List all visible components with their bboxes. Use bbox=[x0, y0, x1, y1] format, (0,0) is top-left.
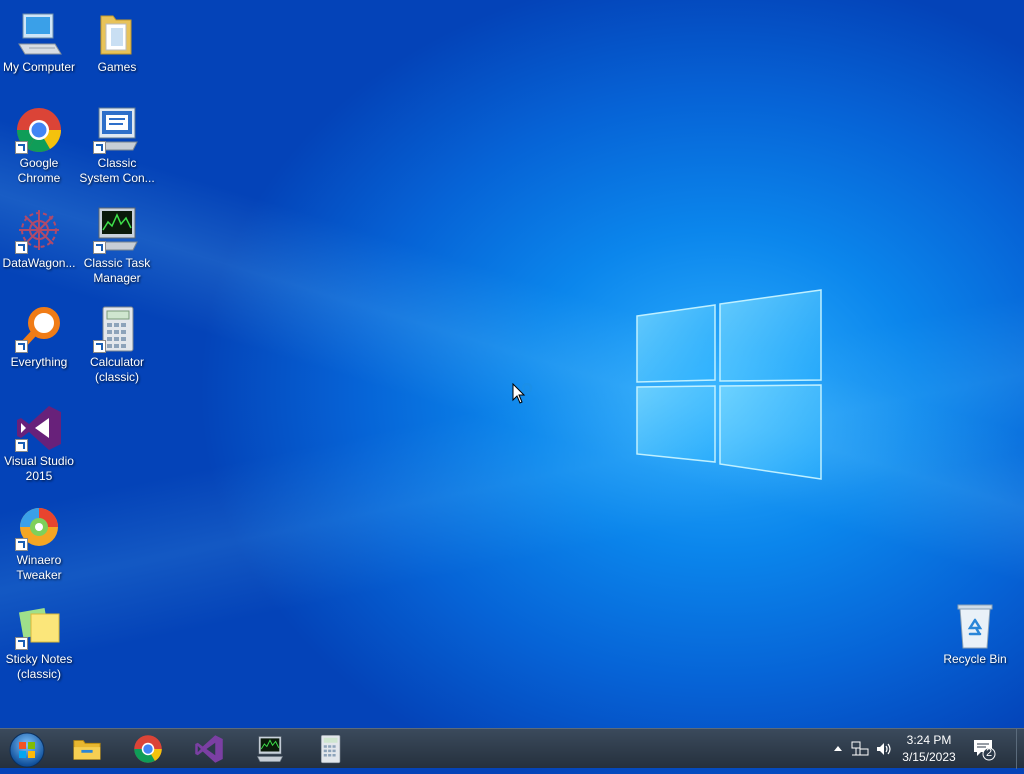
shortcut-arrow-icon bbox=[15, 141, 28, 154]
desktop-icon-label: Sticky Notes (classic) bbox=[5, 652, 73, 681]
folder-icon bbox=[93, 10, 141, 58]
show-hidden-icons-chevron-icon[interactable] bbox=[829, 740, 847, 758]
shortcut-arrow-icon bbox=[93, 141, 106, 154]
desktop-icon-label: Google Chrome bbox=[17, 156, 61, 185]
shortcut-arrow-icon bbox=[15, 241, 28, 254]
winaero-icon bbox=[15, 503, 63, 551]
desktop-icon-recycle-bin[interactable]: Recycle Bin bbox=[936, 602, 1014, 667]
chrome-icon bbox=[15, 106, 63, 154]
show-desktop-button[interactable] bbox=[1016, 729, 1024, 769]
visual-studio-icon bbox=[195, 735, 223, 763]
calculator-icon bbox=[93, 305, 141, 353]
taskbar-task-manager-button[interactable] bbox=[244, 731, 296, 767]
shortcut-arrow-icon bbox=[93, 340, 106, 353]
taskbar-file-explorer-button[interactable] bbox=[61, 731, 113, 767]
computer-icon bbox=[15, 10, 63, 58]
clock-time: 3:24 PM bbox=[906, 733, 952, 747]
shortcut-arrow-icon bbox=[15, 340, 28, 353]
desktop-icon-my-computer[interactable]: My Computer bbox=[0, 10, 78, 75]
desktop-icon-label: Games bbox=[97, 60, 137, 74]
desktop-icon-classic-task-manager[interactable]: Classic Task Manager bbox=[78, 206, 156, 286]
taskbar-calculator-button[interactable] bbox=[304, 731, 356, 767]
sticky-notes-icon bbox=[15, 602, 63, 650]
start-button[interactable] bbox=[6, 731, 48, 769]
volume-icon[interactable] bbox=[875, 740, 893, 758]
taskbar-clock[interactable]: 3:24 PM 3/15/2023 bbox=[895, 732, 963, 766]
file-explorer-icon bbox=[73, 740, 101, 760]
clock-date: 3/15/2023 bbox=[902, 750, 956, 764]
desktop-icon-label: Classic Task Manager bbox=[83, 256, 151, 285]
shortcut-arrow-icon bbox=[93, 241, 106, 254]
search-icon bbox=[15, 305, 63, 353]
notification-count-badge: 2 bbox=[985, 747, 993, 759]
desktop-icon-label: Winaero Tweaker bbox=[16, 553, 62, 582]
desktop-icon-visual-studio[interactable]: Visual Studio 2015 bbox=[0, 404, 78, 484]
taskbar-chrome-button[interactable] bbox=[122, 731, 174, 767]
datawagon-icon bbox=[15, 206, 63, 254]
desktop-icon-label: Recycle Bin bbox=[943, 652, 1007, 666]
control-panel-icon bbox=[93, 106, 141, 154]
desktop-icon-label: Visual Studio 2015 bbox=[4, 454, 74, 483]
desktop-icon-label: DataWagon... bbox=[2, 256, 76, 270]
windows-orb-icon bbox=[9, 732, 45, 768]
chrome-icon bbox=[134, 735, 162, 763]
desktop-icon-label: Calculator (classic) bbox=[89, 355, 145, 384]
shortcut-arrow-icon bbox=[15, 637, 28, 650]
recycle-bin-icon bbox=[951, 602, 999, 650]
desktop-icon-sticky-notes[interactable]: Sticky Notes (classic) bbox=[0, 602, 78, 682]
shortcut-arrow-icon bbox=[15, 439, 28, 452]
task-manager-icon bbox=[93, 206, 141, 254]
taskbar-visual-studio-button[interactable] bbox=[183, 731, 235, 767]
busy-cursor-icon bbox=[512, 383, 533, 404]
desktop-icon-label: Classic System Con... bbox=[79, 156, 155, 185]
task-manager-icon bbox=[256, 736, 284, 762]
desktop-icon-label: Everything bbox=[10, 355, 68, 369]
shortcut-arrow-icon bbox=[15, 538, 28, 551]
desktop-icon-everything[interactable]: Everything bbox=[0, 305, 78, 370]
action-center-button[interactable]: 2 bbox=[972, 737, 996, 761]
desktop-icon-datawagon[interactable]: DataWagon... bbox=[0, 206, 78, 271]
desktop-icon-winaero-tweaker[interactable]: Winaero Tweaker bbox=[0, 503, 78, 583]
desktop-icon-label: My Computer bbox=[2, 60, 76, 74]
desktop-icon-classic-system-control[interactable]: Classic System Con... bbox=[78, 106, 156, 186]
taskbar: 3:24 PM 3/15/2023 2 bbox=[0, 728, 1024, 769]
desktop-icon-calculator[interactable]: Calculator (classic) bbox=[78, 305, 156, 385]
calculator-icon bbox=[320, 734, 341, 764]
desktop-icon-games[interactable]: Games bbox=[78, 10, 156, 75]
network-icon[interactable] bbox=[851, 740, 869, 758]
visual-studio-icon bbox=[15, 404, 63, 452]
desktop-icon-google-chrome[interactable]: Google Chrome bbox=[0, 106, 78, 186]
